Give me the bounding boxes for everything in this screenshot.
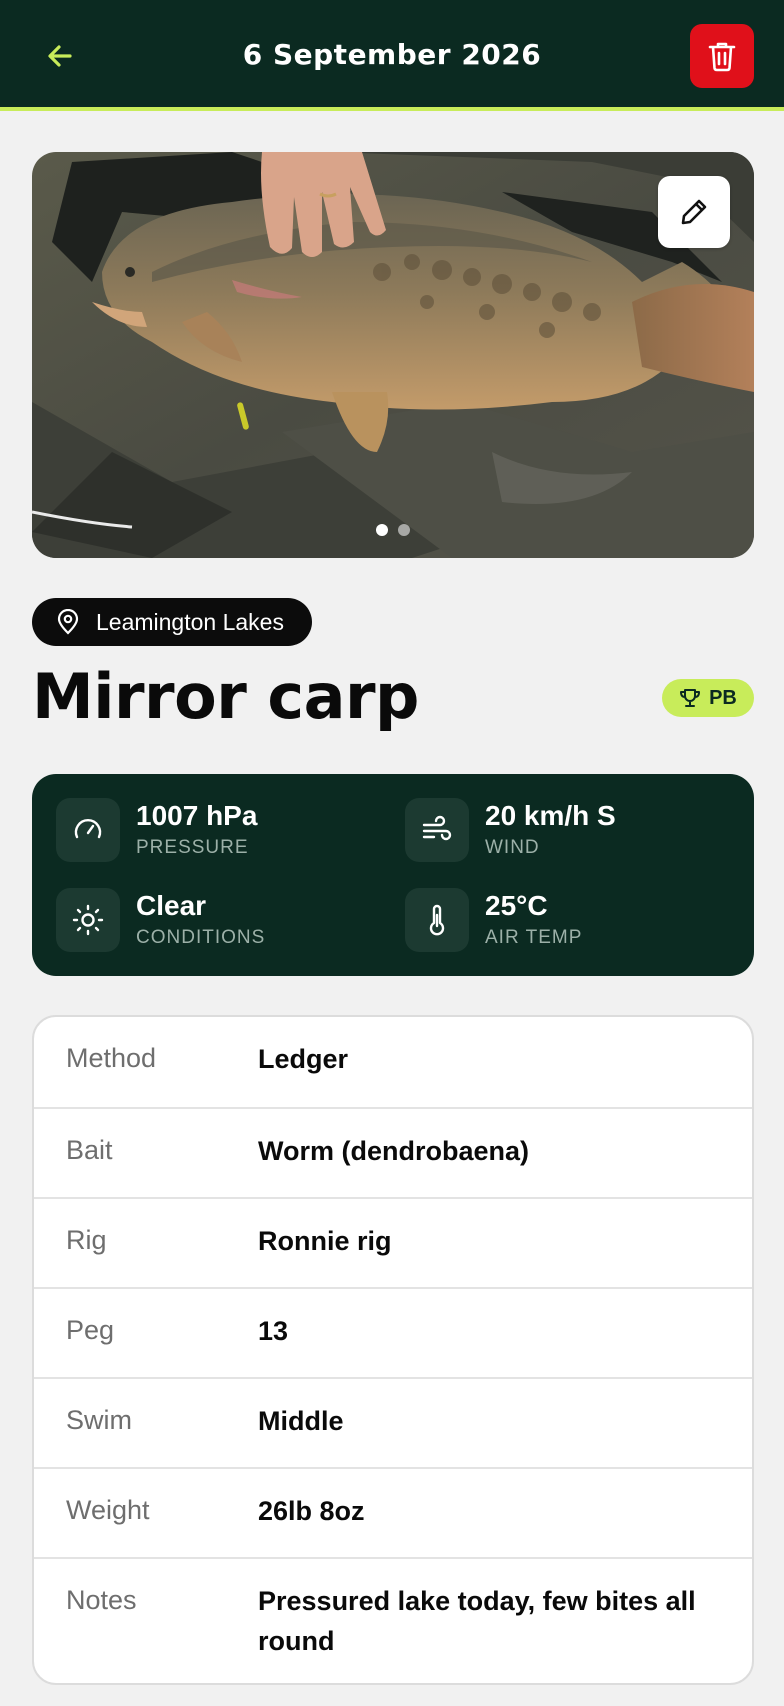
pagination-dot-active[interactable]: [376, 524, 388, 536]
detail-label: Rig: [66, 1225, 107, 1255]
detail-row-method: Method Ledger: [34, 1017, 752, 1107]
detail-label: Notes: [66, 1585, 137, 1615]
wind-value: 20 km/h S: [485, 799, 616, 831]
location-name: Leamington Lakes: [96, 608, 284, 635]
detail-value: 13: [258, 1316, 289, 1346]
trophy-icon: [680, 689, 701, 707]
species-title: Mirror carp: [32, 660, 419, 733]
photo-pagination: [32, 524, 754, 536]
weather-card: 1007 hPa PRESSURE 20 km/h S WIND Clear C…: [32, 774, 754, 976]
conditions-value: Clear: [136, 889, 207, 921]
sun-icon: [56, 888, 120, 952]
map-pin-icon: [57, 609, 79, 635]
weather-conditions: Clear CONDITIONS: [56, 888, 265, 952]
detail-value: Ledger: [258, 1044, 349, 1074]
trash-icon: [708, 42, 736, 72]
detail-label: Weight: [66, 1495, 150, 1525]
weather-air-temp: 25°C AIR TEMP: [405, 888, 582, 952]
delete-button[interactable]: [690, 24, 754, 88]
weather-pressure: 1007 hPa PRESSURE: [56, 798, 257, 862]
catch-photo[interactable]: [32, 152, 754, 558]
thermometer-icon: [405, 888, 469, 952]
detail-value: Middle: [258, 1406, 344, 1436]
app-header: 6 September 2026: [0, 0, 784, 111]
detail-value: Ronnie rig: [258, 1226, 392, 1256]
detail-row-peg: Peg 13: [34, 1287, 752, 1377]
detail-label: Bait: [66, 1135, 113, 1165]
conditions-label: CONDITIONS: [136, 927, 266, 949]
pressure-value: 1007 hPa: [136, 799, 258, 831]
edit-button[interactable]: [658, 176, 730, 248]
pb-badge: PB: [662, 679, 754, 717]
detail-row-bait: Bait Worm (dendrobaena): [34, 1107, 752, 1197]
detail-row-rig: Rig Ronnie rig: [34, 1197, 752, 1287]
detail-value: Worm (dendrobaena): [258, 1136, 530, 1166]
pencil-icon: [681, 199, 707, 225]
detail-label: Peg: [66, 1315, 115, 1345]
detail-value: Pressured lake today, few bites all roun…: [258, 1586, 696, 1656]
air-temp-value: 25°C: [485, 889, 548, 921]
detail-row-weight: Weight 26lb 8oz: [34, 1467, 752, 1557]
wind-icon: [405, 798, 469, 862]
weather-wind: 20 km/h S WIND: [405, 798, 616, 862]
catch-details-table: Method Ledger Bait Worm (dendrobaena) Ri…: [32, 1015, 754, 1685]
detail-row-notes: Notes Pressured lake today, few bites al…: [34, 1557, 752, 1683]
detail-value: 26lb 8oz: [258, 1496, 365, 1526]
detail-label: Swim: [66, 1405, 132, 1435]
gauge-icon: [56, 798, 120, 862]
pagination-dot[interactable]: [398, 524, 410, 536]
pb-label: PB: [709, 686, 737, 709]
page-title: 6 September 2026: [242, 38, 542, 71]
fish-photo-image: [32, 152, 754, 558]
air-temp-label: AIR TEMP: [485, 927, 583, 949]
wind-label: WIND: [485, 837, 540, 859]
location-pill[interactable]: Leamington Lakes: [32, 598, 312, 646]
detail-label: Method: [66, 1043, 157, 1073]
detail-row-swim: Swim Middle: [34, 1377, 752, 1467]
pressure-label: PRESSURE: [136, 837, 249, 859]
